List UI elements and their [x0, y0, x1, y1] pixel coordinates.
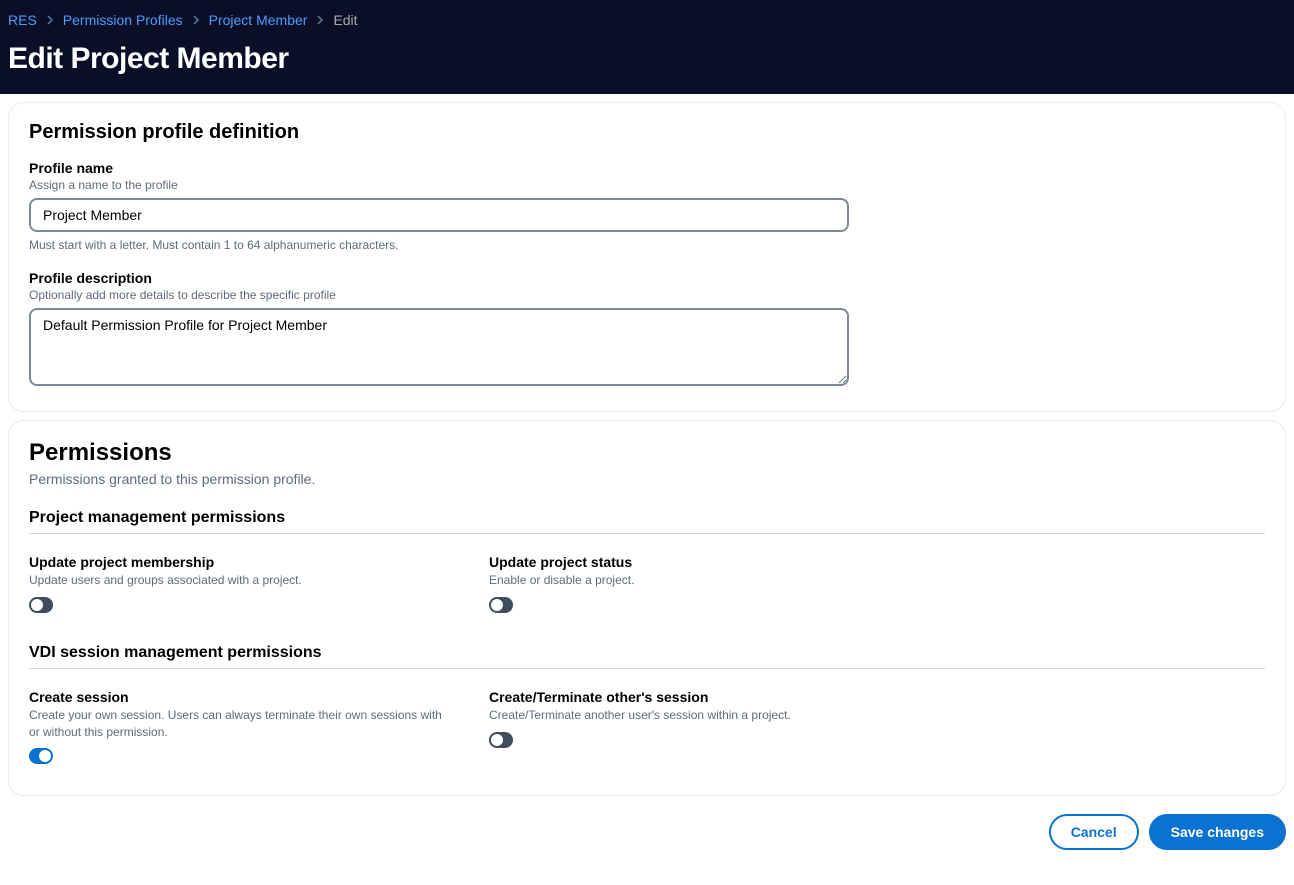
terminate-others-toggle[interactable]	[489, 732, 513, 748]
toggle-knob	[39, 750, 51, 762]
permissions-title: Permissions	[29, 439, 1265, 467]
update-membership-label: Update project membership	[29, 554, 449, 570]
update-membership-toggle[interactable]	[29, 597, 53, 613]
breadcrumb-link-res[interactable]: RES	[8, 12, 37, 28]
chevron-right-icon	[315, 15, 325, 25]
breadcrumb-link-permission-profiles[interactable]: Permission Profiles	[63, 12, 183, 28]
profile-name-input[interactable]	[29, 198, 849, 232]
terminate-others-label: Create/Terminate other's session	[489, 689, 909, 705]
definition-card: Permission profile definition Profile na…	[8, 102, 1286, 412]
project-management-header: Project management permissions	[29, 509, 1265, 534]
update-status-desc: Enable or disable a project.	[489, 572, 909, 589]
profile-description-help: Optionally add more details to describe …	[29, 288, 1265, 302]
terminate-others-desc: Create/Terminate another user's session …	[489, 707, 909, 724]
vdi-management-header: VDI session management permissions	[29, 644, 1265, 669]
create-session-toggle[interactable]	[29, 748, 53, 764]
toggle-knob	[491, 599, 503, 611]
update-status-label: Update project status	[489, 554, 909, 570]
update-status-toggle[interactable]	[489, 597, 513, 613]
permissions-card: Permissions Permissions granted to this …	[8, 420, 1286, 796]
project-permissions-grid: Update project membership Update users a…	[29, 554, 1265, 618]
definition-title: Permission profile definition	[29, 121, 1265, 144]
create-session-label: Create session	[29, 689, 449, 705]
save-button[interactable]: Save changes	[1149, 814, 1286, 850]
chevron-right-icon	[191, 15, 201, 25]
profile-description-textarea[interactable]: Default Permission Profile for Project M…	[29, 308, 849, 386]
profile-name-help: Assign a name to the profile	[29, 178, 1265, 192]
vdi-permissions-grid: Create session Create your own session. …	[29, 689, 1265, 770]
profile-description-label: Profile description	[29, 270, 1265, 286]
page-header: RES Permission Profiles Project Member E…	[0, 0, 1294, 94]
breadcrumb-link-project-member[interactable]: Project Member	[209, 12, 308, 28]
breadcrumb-current: Edit	[333, 12, 357, 28]
footer-actions: Cancel Save changes	[0, 804, 1294, 858]
update-membership-desc: Update users and groups associated with …	[29, 572, 449, 589]
update-status-item: Update project status Enable or disable …	[489, 554, 909, 618]
chevron-right-icon	[45, 15, 55, 25]
permissions-subtitle: Permissions granted to this permission p…	[29, 471, 1265, 487]
page-title: Edit Project Member	[8, 42, 1286, 76]
cancel-button[interactable]: Cancel	[1049, 814, 1139, 850]
profile-name-label: Profile name	[29, 160, 1265, 176]
create-session-desc: Create your own session. Users can alway…	[29, 707, 449, 741]
update-membership-item: Update project membership Update users a…	[29, 554, 449, 618]
create-session-item: Create session Create your own session. …	[29, 689, 449, 770]
toggle-knob	[491, 734, 503, 746]
breadcrumb: RES Permission Profiles Project Member E…	[8, 10, 1286, 28]
terminate-others-item: Create/Terminate other's session Create/…	[489, 689, 909, 770]
profile-name-constraint: Must start with a letter. Must contain 1…	[29, 238, 1265, 252]
toggle-knob	[31, 599, 43, 611]
